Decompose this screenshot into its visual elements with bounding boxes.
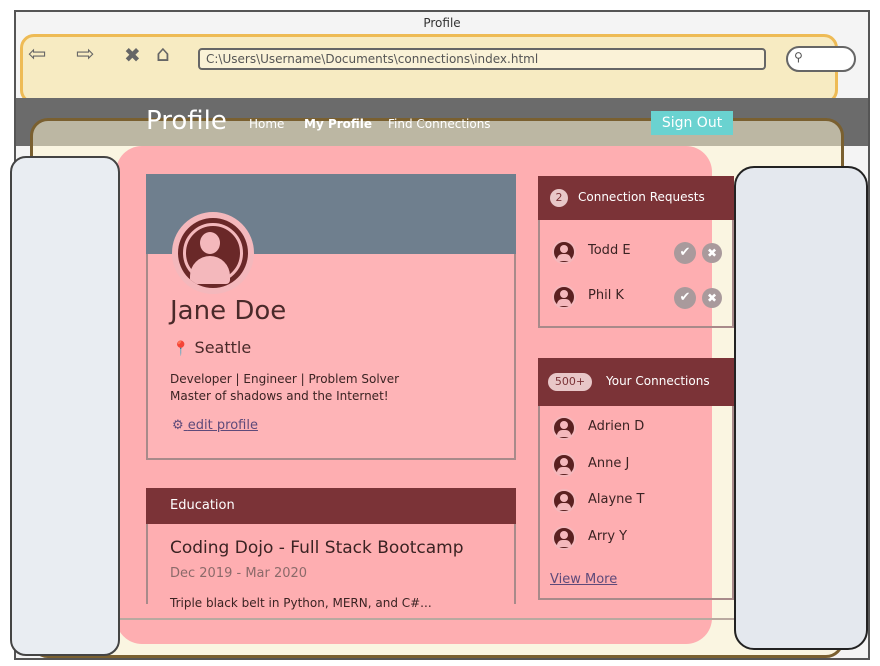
right-panel [734, 166, 868, 650]
reject-icon[interactable]: ✖ [702, 243, 722, 263]
accept-icon[interactable]: ✔ [674, 287, 696, 309]
location-text: Seattle [194, 338, 252, 357]
education-title: Coding Dojo - Full Stack Bootcamp [170, 538, 464, 558]
connections-title: Your Connections [606, 374, 710, 388]
connection-requests-card [538, 220, 734, 328]
connection-name[interactable]: Adrien D [588, 419, 644, 434]
bio-line: Master of shadows and the Internet! [170, 389, 389, 403]
nav-find-connections[interactable]: Find Connections [388, 117, 491, 131]
search-input[interactable]: ⚲ [786, 46, 856, 72]
search-icon: ⚲ [794, 50, 803, 64]
user-icon [552, 453, 576, 477]
avatar [172, 212, 254, 294]
education-dates: Dec 2019 - Mar 2020 [170, 566, 308, 581]
education-description: Triple black belt in Python, MERN, and C… [170, 596, 432, 610]
window-title: Profile [423, 16, 461, 30]
nav-my-profile[interactable]: My Profile [304, 117, 372, 131]
left-panel [10, 156, 120, 656]
user-icon [552, 526, 576, 550]
education-card [146, 524, 516, 604]
connections-count-badge: 500+ [548, 373, 592, 391]
forward-icon[interactable]: ⇨ [76, 44, 94, 66]
user-icon [552, 416, 576, 440]
user-icon [552, 489, 576, 513]
profile-name: Jane Doe [170, 296, 287, 326]
nav-home[interactable]: Home [249, 117, 284, 131]
connection-name[interactable]: Arry Y [588, 529, 627, 544]
sign-out-button[interactable]: Sign Out [651, 111, 733, 135]
url-input[interactable]: C:\Users\Username\Documents\connections\… [198, 48, 766, 70]
connection-name[interactable]: Alayne T [588, 492, 644, 507]
request-name[interactable]: Todd E [588, 243, 631, 258]
edit-profile-link[interactable]: ⚙ edit profile [172, 418, 258, 433]
location-pin-icon: 📍 [172, 341, 190, 357]
avatar-head [200, 232, 220, 254]
profile-bio: Developer | Engineer | Problem Solver Ma… [170, 371, 399, 405]
edit-profile-label[interactable]: edit profile [188, 418, 258, 433]
user-icon [178, 218, 248, 288]
view-more-link[interactable]: View More [550, 572, 617, 587]
gear-icon: ⚙ [172, 418, 184, 433]
connection-name[interactable]: Anne J [588, 456, 629, 471]
education-header: Education [146, 488, 516, 524]
reject-icon[interactable]: ✖ [702, 288, 722, 308]
bio-line: Developer | Engineer | Problem Solver [170, 372, 400, 386]
connection-requests-title: Connection Requests [578, 190, 705, 204]
back-icon[interactable]: ⇦ [28, 44, 46, 66]
close-icon[interactable]: ✖ [124, 44, 141, 66]
user-icon [552, 285, 576, 309]
user-icon [552, 240, 576, 264]
profile-location: 📍 Seattle [172, 338, 251, 357]
home-icon[interactable]: ⌂ [156, 44, 170, 66]
request-name[interactable]: Phil K [588, 288, 624, 303]
request-count-badge: 2 [550, 189, 568, 207]
brand-title[interactable]: Profile [146, 106, 227, 136]
accept-icon[interactable]: ✔ [674, 242, 696, 264]
